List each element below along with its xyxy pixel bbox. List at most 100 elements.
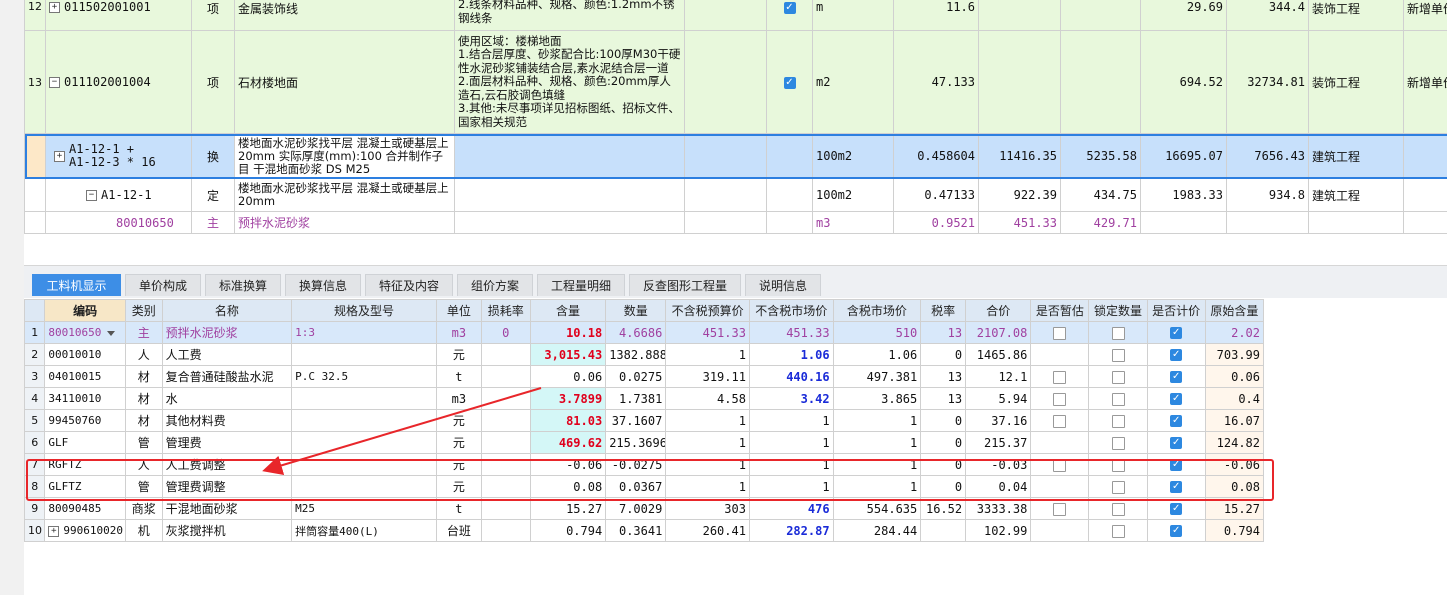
checkbox-checked-icon[interactable]: ✓ bbox=[783, 76, 796, 89]
resource-est-cell[interactable] bbox=[1030, 519, 1090, 542]
resource-price-cell[interactable]: ✓ bbox=[1146, 365, 1206, 388]
checkbox-checked-icon[interactable]: ✓ bbox=[1170, 393, 1183, 405]
resource-code-cell[interactable]: 34110010 bbox=[44, 387, 126, 410]
resource-price-cell[interactable]: ✓ bbox=[1146, 431, 1206, 454]
tab-reverse-lookup[interactable]: 反查图形工程量 bbox=[629, 274, 741, 296]
col-lock[interactable]: 锁定数量 bbox=[1088, 299, 1148, 322]
col-type[interactable]: 类别 bbox=[124, 299, 163, 322]
resource-est-cell[interactable] bbox=[1030, 475, 1090, 498]
grid-row[interactable]: 10 +990610020 机灰浆搅拌机 拌筒容量400(L) 台班 0.794 0.364… bbox=[23, 519, 1265, 542]
resource-code-cell[interactable]: 00010010 bbox=[44, 343, 126, 366]
resource-lock-cell[interactable] bbox=[1088, 453, 1148, 476]
grid-row[interactable]: 9 80090485 商浆 干混地面砂浆 M25 t 15.27 7.0029 303 476 55… bbox=[23, 497, 1265, 520]
resource-price-cell[interactable]: ✓ bbox=[1146, 519, 1206, 542]
resource-est-cell[interactable] bbox=[1030, 431, 1090, 454]
checkbox-unchecked-icon[interactable] bbox=[1111, 502, 1125, 516]
checkbox-checked-icon[interactable]: ✓ bbox=[1170, 481, 1183, 493]
checkbox-unchecked-icon[interactable] bbox=[1053, 326, 1067, 340]
resource-price-cell[interactable]: ✓ bbox=[1146, 387, 1206, 410]
resource-code-cell[interactable]: RGFTZ bbox=[44, 453, 126, 476]
checkbox-unchecked-icon[interactable] bbox=[1111, 392, 1125, 406]
resource-lock-cell[interactable] bbox=[1088, 431, 1148, 454]
checkbox-unchecked-icon[interactable] bbox=[1111, 480, 1125, 494]
col-priced[interactable]: 是否计价 bbox=[1146, 299, 1206, 322]
tab-standard-conversion[interactable]: 标准换算 bbox=[205, 274, 281, 296]
resource-est-cell[interactable] bbox=[1030, 343, 1090, 366]
resource-lock-cell[interactable] bbox=[1088, 409, 1148, 432]
col-unit[interactable]: 单位 bbox=[435, 299, 482, 322]
chevron-down-icon[interactable] bbox=[107, 330, 116, 336]
tab-features-content[interactable]: 特征及内容 bbox=[365, 274, 453, 296]
checkbox-unchecked-icon[interactable] bbox=[1053, 502, 1067, 516]
col-loss[interactable]: 损耗率 bbox=[480, 299, 531, 322]
resource-lock-cell[interactable] bbox=[1088, 365, 1148, 388]
col-spec[interactable]: 规格及型号 bbox=[291, 299, 437, 322]
resource-price-cell[interactable]: ✓ bbox=[1146, 321, 1206, 344]
checkbox-checked-icon[interactable]: ✓ bbox=[1170, 437, 1183, 449]
checkbox-checked-icon[interactable]: ✓ bbox=[1170, 459, 1183, 471]
resource-price-cell[interactable]: ✓ bbox=[1146, 453, 1206, 476]
resource-lock-cell[interactable] bbox=[1088, 343, 1148, 366]
checkbox-checked-icon[interactable]: ✓ bbox=[1170, 327, 1183, 339]
expand-icon[interactable]: + bbox=[49, 2, 60, 13]
grid-row[interactable]: 200010010人人工费元3,015.431382.888311.061.06… bbox=[23, 343, 1265, 366]
checkbox-unchecked-icon[interactable] bbox=[1053, 370, 1067, 384]
checkbox-checked-icon[interactable]: ✓ bbox=[1170, 415, 1183, 427]
col-estimate[interactable]: 是否暂估 bbox=[1030, 299, 1090, 322]
checkbox-checked-icon[interactable]: ✓ bbox=[1170, 503, 1183, 515]
checkbox-unchecked-icon[interactable] bbox=[1053, 458, 1067, 472]
checkbox-unchecked-icon[interactable] bbox=[1111, 524, 1125, 538]
col-original[interactable]: 原始含量 bbox=[1204, 299, 1265, 322]
resource-price-cell[interactable]: ✓ bbox=[1146, 343, 1206, 366]
resource-code-cell[interactable]: 04010015 bbox=[44, 365, 126, 388]
grid-row[interactable]: 4 34110010 材水 m3 3.7899 1.7381 4.58 3.42 3.865 13… bbox=[23, 387, 1265, 410]
tab-pricing-scheme[interactable]: 组价方案 bbox=[457, 274, 533, 296]
checkbox-unchecked-icon[interactable] bbox=[1053, 392, 1067, 406]
col-qty[interactable]: 数量 bbox=[605, 299, 667, 322]
resource-est-cell[interactable] bbox=[1030, 497, 1090, 520]
grid-row[interactable]: 7 RGFTZ 人人工费调整元 -0.06 -0.0275 1 1 1 0 -0.03 ✓ -0.06 bbox=[23, 453, 1265, 476]
checkbox-unchecked-icon[interactable] bbox=[1111, 458, 1125, 472]
tab-notes[interactable]: 说明信息 bbox=[745, 274, 821, 296]
collapse-icon[interactable]: − bbox=[49, 77, 60, 88]
tab-unit-price-composition[interactable]: 单价构成 bbox=[125, 274, 201, 296]
checkbox-checked-icon[interactable]: ✓ bbox=[1170, 371, 1183, 383]
material-row[interactable]: 80010650 主 预拌水泥砂浆 m3 0.9521 451.33 429.7… bbox=[24, 211, 1447, 234]
resource-code-cell[interactable]: 80010650 bbox=[44, 321, 126, 344]
col-name[interactable]: 名称 bbox=[161, 299, 293, 322]
resource-est-cell[interactable] bbox=[1030, 321, 1090, 344]
grid-row[interactable]: 1 80010650 主预拌水泥砂浆 1:3 m3 0 10.18 4.6686 451.33 4… bbox=[23, 321, 1265, 344]
resource-lock-cell[interactable] bbox=[1088, 475, 1148, 498]
resource-code-cell[interactable]: GLFTZ bbox=[44, 475, 126, 498]
resource-code-cell[interactable]: 80090485 bbox=[44, 497, 126, 520]
expand-icon[interactable]: + bbox=[48, 525, 60, 537]
bill-row[interactable]: 12 +011502001001 项 金属装饰线 2.线条材料品种、规格、颜色:… bbox=[24, 0, 1447, 31]
selected-quota-row[interactable]: + A1-12-1 + A1-12-3 * 16 换 楼地面水泥砂浆找平层 混凝土… bbox=[24, 133, 1447, 179]
expand-icon[interactable]: + bbox=[54, 150, 65, 162]
checkbox-checked-icon[interactable]: ✓ bbox=[1170, 525, 1183, 537]
tab-conversion-info[interactable]: 换算信息 bbox=[285, 274, 361, 296]
resource-est-cell[interactable] bbox=[1030, 365, 1090, 388]
checkbox-unchecked-icon[interactable] bbox=[1111, 414, 1125, 428]
grid-row[interactable]: 3 04010015 材复合普通硅酸盐水泥 P.C 32.5 t 0.06 0.0275 31… bbox=[23, 365, 1265, 388]
checkbox-unchecked-icon[interactable] bbox=[1111, 370, 1125, 384]
resource-est-cell[interactable] bbox=[1030, 409, 1090, 432]
col-content[interactable]: 含量 bbox=[529, 299, 607, 322]
col-tax[interactable]: 税率 bbox=[920, 299, 967, 322]
checkbox-checked-icon[interactable]: ✓ bbox=[783, 1, 796, 14]
resource-price-cell[interactable]: ✓ bbox=[1146, 475, 1206, 498]
col-market[interactable]: 不含税市场价 bbox=[748, 299, 834, 322]
resource-lock-cell[interactable] bbox=[1088, 321, 1148, 344]
quota-row[interactable]: − A1-12-1 定 楼地面水泥砂浆找平层 混凝土或硬基层上 20mm 100m… bbox=[24, 178, 1447, 212]
checkbox-unchecked-icon[interactable] bbox=[1053, 414, 1067, 428]
grid-row[interactable]: 8 GLFTZ 管管理费调整元 0.08 0.0367 1 1 1 0 0.04 ✓ 0.08 bbox=[23, 475, 1265, 498]
checkbox-unchecked-icon[interactable] bbox=[1111, 348, 1125, 362]
checkbox-checked-icon[interactable]: ✓ bbox=[1170, 349, 1183, 361]
checkbox-unchecked-icon[interactable] bbox=[1111, 326, 1125, 340]
resource-price-cell[interactable]: ✓ bbox=[1146, 409, 1206, 432]
tab-quantity-details[interactable]: 工程量明细 bbox=[537, 274, 625, 296]
resource-est-cell[interactable] bbox=[1030, 387, 1090, 410]
col-code[interactable]: 编码 bbox=[44, 299, 126, 322]
resource-code-cell[interactable]: +990610020 bbox=[44, 519, 126, 542]
resource-code-cell[interactable]: 99450760 bbox=[44, 409, 126, 432]
